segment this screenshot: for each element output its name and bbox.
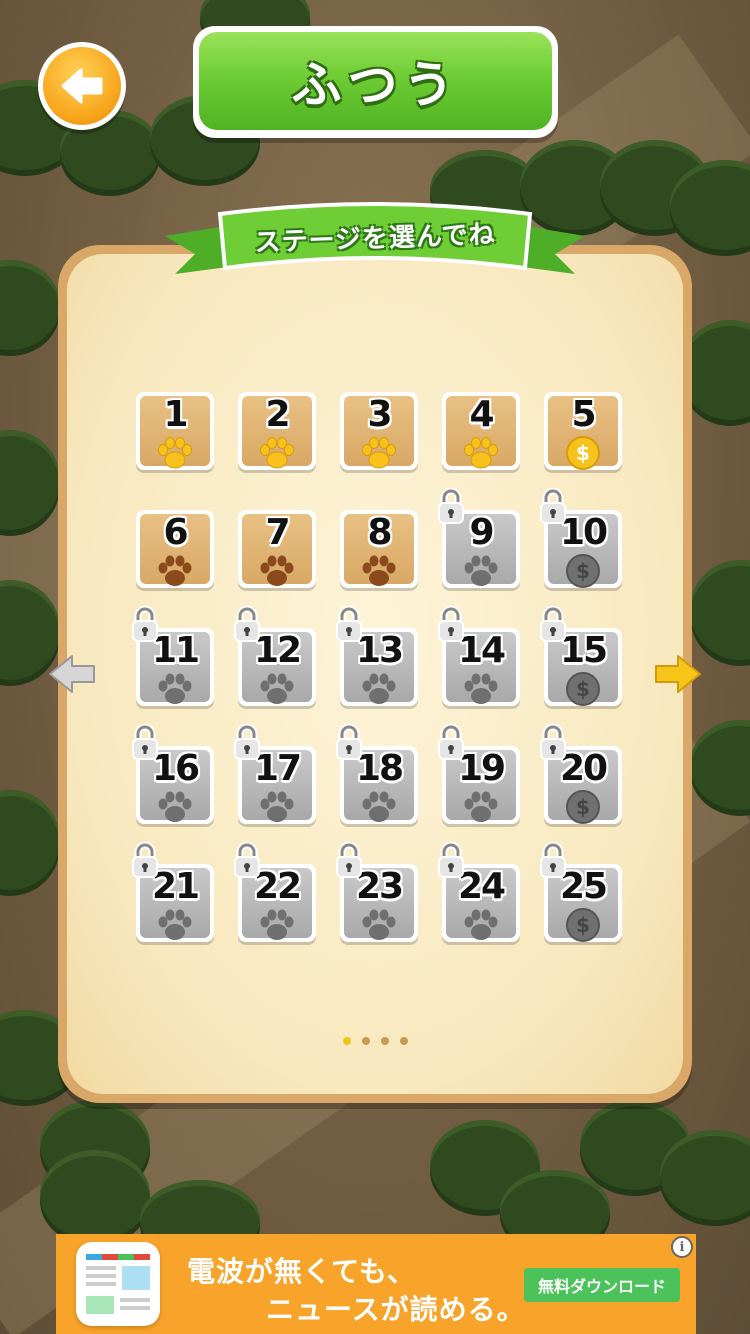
paw-icon	[359, 553, 399, 589]
lock-icon	[334, 841, 364, 880]
stage-button-18: 18	[336, 723, 418, 825]
stage-number: 4	[469, 394, 494, 435]
stage-button-19: 19	[438, 723, 520, 825]
lock-icon	[232, 723, 262, 762]
svg-text:$: $	[576, 559, 590, 583]
paw-icon	[155, 907, 195, 943]
stage-button-4[interactable]: 4	[442, 392, 520, 470]
difficulty-title-banner: ふつう	[193, 26, 558, 138]
paw-icon	[359, 435, 399, 471]
stage-button-8[interactable]: 8	[340, 510, 418, 588]
paw-icon	[257, 671, 297, 707]
stage-button-14: 14	[438, 605, 520, 707]
paw-icon	[461, 435, 501, 471]
stage-button-13: 13	[336, 605, 418, 707]
lock-icon	[436, 605, 466, 644]
paw-icon	[359, 789, 399, 825]
stage-button-15: 15 $	[540, 605, 622, 707]
paw-icon	[359, 671, 399, 707]
paw-icon	[155, 671, 195, 707]
stage-button-9: 9	[438, 487, 520, 589]
stage-number: 8	[367, 512, 392, 553]
lock-icon	[436, 841, 466, 880]
back-button[interactable]	[38, 42, 126, 130]
paw-icon	[155, 435, 195, 471]
ad-headline: 電波が無くても、	[187, 1255, 416, 1288]
lock-icon	[436, 723, 466, 762]
paw-icon	[461, 789, 501, 825]
paw-icon	[461, 553, 501, 589]
ad-download-button[interactable]: 無料ダウンロード	[524, 1268, 680, 1302]
left-arrow-icon[interactable]	[48, 652, 98, 696]
lock-icon	[130, 841, 160, 880]
paw-icon	[461, 907, 501, 943]
right-arrow-icon[interactable]	[652, 652, 702, 696]
coin-icon: $	[563, 671, 603, 707]
page-dot	[343, 1037, 351, 1045]
lock-icon	[232, 605, 262, 644]
ad-subheadline: ニュースが読める。	[266, 1293, 526, 1326]
paw-icon	[461, 671, 501, 707]
svg-text:$: $	[576, 795, 590, 819]
stage-button-5[interactable]: 5 $	[544, 392, 622, 470]
paw-icon	[257, 435, 297, 471]
paw-icon	[257, 553, 297, 589]
back-arrow-icon	[61, 68, 103, 104]
page-dot	[381, 1037, 389, 1045]
coin-icon: $	[563, 435, 603, 471]
page-dot	[400, 1037, 408, 1045]
stage-button-2[interactable]: 2	[238, 392, 316, 470]
lock-icon	[232, 841, 262, 880]
stage-button-16: 16	[132, 723, 214, 825]
ad-banner[interactable]: 電波が無くても、 ニュースが読める。 無料ダウンロード i	[56, 1234, 696, 1334]
lock-icon	[334, 605, 364, 644]
stage-number: 5	[571, 394, 596, 435]
svg-text:$: $	[576, 913, 590, 937]
paw-icon	[257, 789, 297, 825]
stage-number: 6	[163, 512, 188, 553]
lock-icon	[538, 487, 568, 526]
stage-button-24: 24	[438, 841, 520, 943]
stage-button-1[interactable]: 1	[136, 392, 214, 470]
stage-number: 3	[367, 394, 392, 435]
stage-button-21: 21	[132, 841, 214, 943]
stage-number: 7	[265, 512, 290, 553]
paw-icon	[359, 907, 399, 943]
paw-icon	[155, 789, 195, 825]
stage-button-20: 20 $	[540, 723, 622, 825]
lock-icon	[436, 487, 466, 526]
stage-button-3[interactable]: 3	[340, 392, 418, 470]
paw-icon	[257, 907, 297, 943]
lock-icon	[334, 723, 364, 762]
coin-icon: $	[563, 553, 603, 589]
stage-button-11: 11	[132, 605, 214, 707]
ribbon-banner: ステージを選んでね	[165, 196, 585, 296]
svg-text:$: $	[576, 677, 590, 701]
stage-button-10: 10 $	[540, 487, 622, 589]
paw-icon	[155, 553, 195, 589]
svg-text:$: $	[576, 441, 590, 465]
coin-icon: $	[563, 789, 603, 825]
lock-icon	[538, 723, 568, 762]
page-indicator	[343, 1037, 408, 1045]
lock-icon	[130, 723, 160, 762]
stage-number: 1	[163, 394, 188, 435]
stage-number: 2	[265, 394, 290, 435]
coin-icon: $	[563, 907, 603, 943]
stage-button-25: 25 $	[540, 841, 622, 943]
stage-button-22: 22	[234, 841, 316, 943]
news-app-icon	[76, 1242, 160, 1326]
stage-button-23: 23	[336, 841, 418, 943]
page-dot	[362, 1037, 370, 1045]
stage-button-6[interactable]: 6	[136, 510, 214, 588]
stage-button-17: 17	[234, 723, 316, 825]
ad-info-icon[interactable]: i	[671, 1236, 693, 1258]
stage-button-7[interactable]: 7	[238, 510, 316, 588]
page-title: ふつう	[291, 56, 460, 114]
lock-icon	[130, 605, 160, 644]
stage-button-12: 12	[234, 605, 316, 707]
lock-icon	[538, 841, 568, 880]
lock-icon	[538, 605, 568, 644]
